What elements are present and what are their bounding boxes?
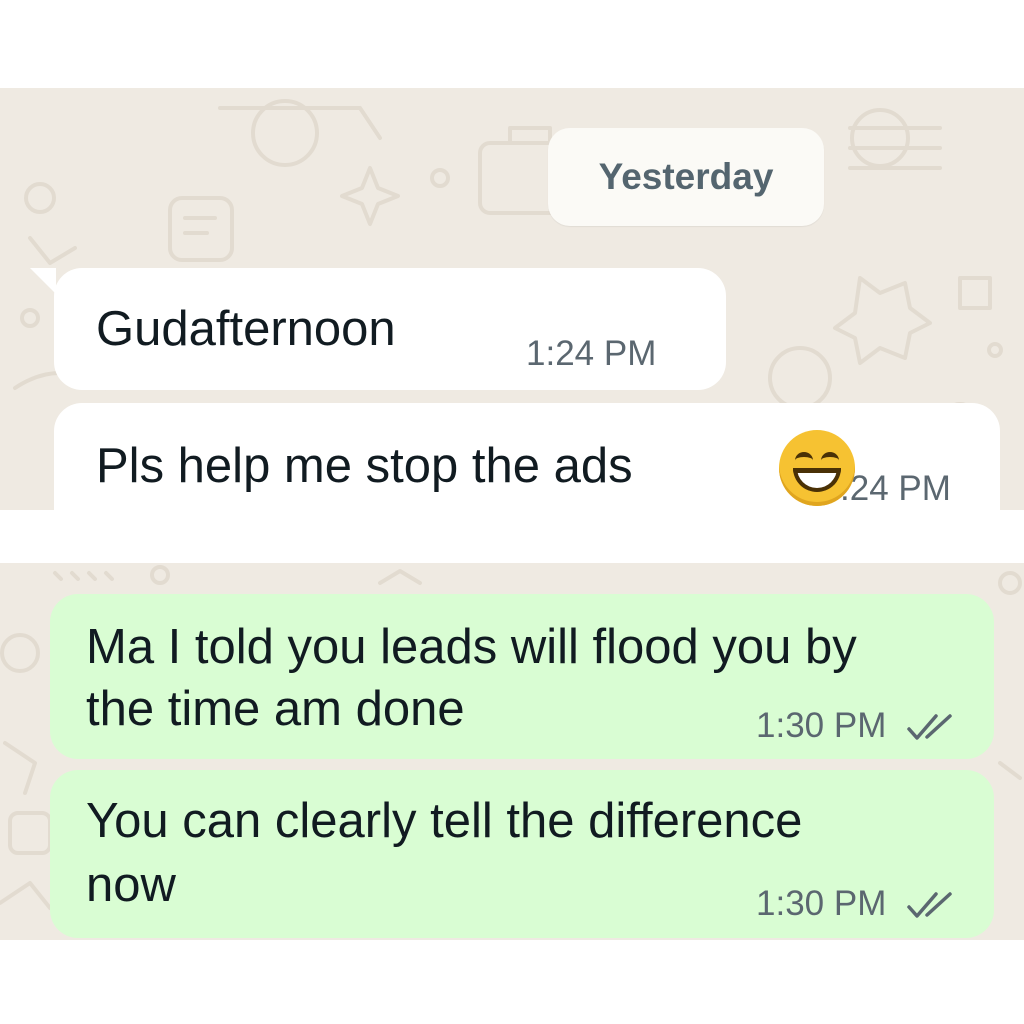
- clip-region-top: Pls help me stop the ads :24 PM: [0, 88, 1024, 510]
- message-time: :24 PM: [840, 469, 951, 508]
- message-time: 1:30 PM: [756, 706, 956, 746]
- message-time-text: 1:30 PM: [756, 706, 887, 745]
- message-text-line-1: Ma I told you leads will flood you by: [86, 620, 857, 674]
- message-time: 1:30 PM: [756, 884, 956, 924]
- chat-panel-bottom: Ma I told you leads will flood you by th…: [0, 563, 1024, 940]
- outgoing-message[interactable]: You can clearly tell the difference now …: [50, 770, 994, 938]
- emoji-mouth: [793, 468, 841, 492]
- double-check-icon: [907, 714, 952, 740]
- grinning-squinting-face-emoji-icon: [779, 430, 855, 506]
- message-text: Pls help me stop the ads: [96, 439, 633, 493]
- emoji-right-eye: [821, 452, 839, 469]
- message-text-line-2: the time am done: [86, 682, 465, 736]
- emoji-left-eye: [795, 452, 813, 469]
- double-check-icon: [907, 892, 952, 918]
- message-text-line-1: You can clearly tell the difference: [86, 794, 803, 848]
- message-text-line-2: now: [86, 858, 176, 912]
- incoming-message[interactable]: Pls help me stop the ads :24 PM: [54, 403, 1000, 510]
- message-time-text: 1:30 PM: [756, 884, 887, 923]
- outgoing-message[interactable]: Ma I told you leads will flood you by th…: [50, 594, 994, 759]
